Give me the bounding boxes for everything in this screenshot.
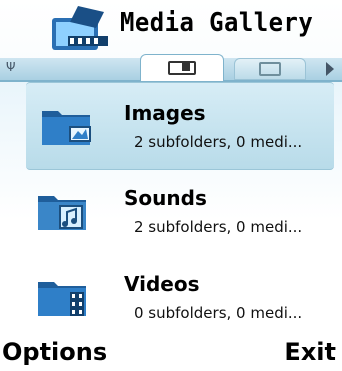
list-item[interactable]: Sounds 2 subfolders, 0 medi... xyxy=(0,168,342,254)
folder-list: Images 2 subfolders, 0 medi... Sounds 2 … xyxy=(0,82,342,332)
tab-list-view[interactable] xyxy=(140,54,224,81)
folder-detail: 0 subfolders, 0 medi... xyxy=(134,304,303,322)
softkey-bar: Options Exit xyxy=(0,338,342,371)
app-title: Media Gallery xyxy=(120,8,314,38)
gallery-grid-icon xyxy=(259,62,281,76)
list-item[interactable]: Videos 0 subfolders, 0 medi... xyxy=(0,254,342,340)
sound-folder-icon xyxy=(38,196,86,230)
folder-detail: 2 subfolders, 0 medi... xyxy=(134,218,303,236)
gallery-list-icon xyxy=(168,61,196,75)
media-gallery-app-icon xyxy=(52,6,108,50)
signal-strength-icon: Ψ xyxy=(6,60,16,74)
list-item[interactable]: Images 2 subfolders, 0 medi... xyxy=(26,82,334,170)
tab-grid-view[interactable] xyxy=(234,58,306,80)
exit-softkey[interactable]: Exit xyxy=(284,338,336,366)
tab-strip: Ψ xyxy=(0,54,342,82)
image-folder-icon xyxy=(42,111,91,145)
folder-name: Videos xyxy=(124,272,200,296)
phone-screen: Media Gallery Ψ Images 2 subfolders, 0 m… xyxy=(0,0,342,371)
folder-name: Sounds xyxy=(124,186,207,210)
video-folder-icon xyxy=(38,282,86,316)
tab-scroll-right-icon[interactable] xyxy=(326,62,334,76)
folder-name: Images xyxy=(124,101,206,125)
options-softkey[interactable]: Options xyxy=(2,338,107,366)
folder-detail: 2 subfolders, 0 medi... xyxy=(134,133,303,151)
